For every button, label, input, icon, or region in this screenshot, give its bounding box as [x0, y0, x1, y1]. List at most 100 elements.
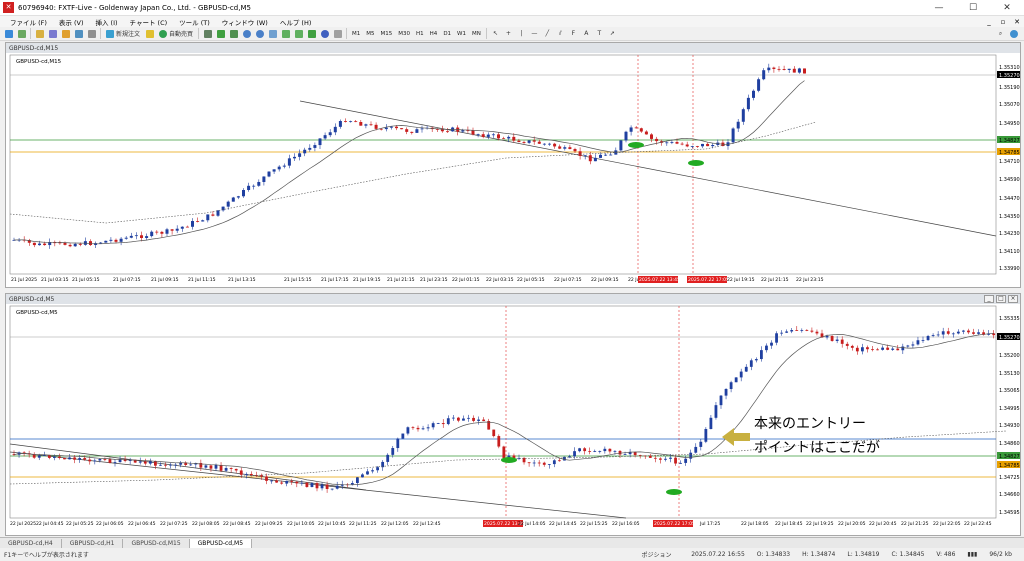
data-window-button[interactable] — [47, 28, 58, 39]
price-chart-m5[interactable]: GBPUSD-cd,M5 1.35335 1.35270 1.35200 1.35130… — [6, 304, 1020, 535]
status-bar: F1キーでヘルプが表示されます ポジション 2025.07.22 16:55 O… — [0, 548, 1024, 561]
candle-body — [165, 229, 169, 234]
chart-window-m5[interactable]: GBPUSD-cd,M5 _ □ × GBPUSD-cd,M5 1.35335 1.… — [5, 293, 1021, 536]
candle-body — [491, 134, 495, 136]
candle-body — [234, 468, 238, 471]
auto-trading-button[interactable]: 自動売買 — [157, 28, 195, 39]
periods-button[interactable] — [319, 28, 330, 39]
menu-chart[interactable]: チャート (C) — [124, 17, 174, 27]
indicators-icon — [307, 29, 316, 38]
maximize-button[interactable]: ☐ — [956, 0, 990, 16]
chart-minimize-button[interactable]: _ — [984, 295, 994, 303]
candle-body — [956, 331, 960, 334]
minimize-button[interactable]: — — [922, 0, 956, 16]
candle-body — [37, 455, 41, 458]
arrows-button[interactable]: ➚ — [607, 28, 618, 39]
candlestick-button[interactable] — [215, 28, 226, 39]
candle-body — [344, 121, 347, 122]
price-chart-m15[interactable]: GBPUSD-cd,M15 1.35310 1.35270 1.35190 1.3507… — [6, 53, 1020, 287]
tab-gbpusd-m15[interactable]: GBPUSD-cd,M15 — [123, 539, 190, 548]
timeframe-m30[interactable]: M30 — [396, 28, 412, 39]
candle-body — [685, 144, 689, 147]
candle-body — [48, 242, 52, 246]
search-button[interactable]: ⌕ — [995, 28, 1006, 39]
menu-view[interactable]: 表示 (V) — [53, 17, 90, 27]
text-button[interactable]: A — [581, 28, 592, 39]
close-button[interactable]: ✕ — [990, 0, 1024, 16]
community-button[interactable] — [1008, 28, 1019, 39]
timeframe-d1[interactable]: D1 — [441, 28, 453, 39]
timeframe-h4[interactable]: H4 — [428, 28, 440, 39]
tab-gbpusd-h1[interactable]: GBPUSD-cd,H1 — [62, 539, 124, 548]
metaeditor-button[interactable] — [144, 28, 155, 39]
strategy-tester-button[interactable] — [86, 28, 97, 39]
tab-gbpusd-h4[interactable]: GBPUSD-cd,H4 — [0, 539, 62, 548]
timeframe-m1[interactable]: M1 — [350, 28, 362, 39]
timeframe-w1[interactable]: W1 — [455, 28, 468, 39]
candle-body — [711, 144, 715, 147]
cursor-button[interactable]: ↖ — [490, 28, 501, 39]
fibonacci-button[interactable]: F — [568, 28, 579, 39]
candle-body — [226, 201, 230, 207]
candle-body — [568, 456, 571, 458]
label-button[interactable]: T — [594, 28, 605, 39]
menu-help[interactable]: ヘルプ (H) — [274, 17, 318, 27]
candle-body — [239, 470, 243, 475]
candle-body — [593, 157, 597, 162]
indicators-button[interactable] — [306, 28, 317, 39]
candle-body — [196, 221, 200, 222]
time-axis-label: 22 Jul 07:15 — [554, 277, 582, 283]
time-axis-label: 21 Jul 19:15 — [353, 277, 381, 283]
candle-body — [881, 347, 884, 350]
candle-body — [354, 121, 358, 123]
new-order-button[interactable]: 新規注文 — [104, 28, 142, 39]
zoom-in-button[interactable] — [241, 28, 252, 39]
candle-body — [719, 395, 723, 406]
candle-body — [583, 155, 587, 157]
trendline-button[interactable]: ╱ — [542, 28, 553, 39]
chart-window-m15[interactable]: GBPUSD-cd,M15 GBPUSD-cd,M15 1.35310 1.3527… — [5, 42, 1021, 288]
chart-close-button[interactable]: × — [1008, 295, 1018, 303]
candle-body — [598, 451, 602, 452]
channel-button[interactable]: ⫽ — [555, 28, 566, 39]
navigator-button[interactable] — [60, 28, 71, 39]
candle-body — [527, 462, 531, 464]
candle-body — [548, 143, 551, 145]
candle-body — [189, 464, 193, 466]
auto-scroll-button[interactable] — [280, 28, 291, 39]
menu-window[interactable]: ウィンドウ (W) — [216, 17, 274, 27]
profiles-button[interactable] — [16, 28, 27, 39]
menu-file[interactable]: ファイル (F) — [4, 17, 53, 27]
timeframe-m5[interactable]: M5 — [364, 28, 376, 39]
bar-chart-button[interactable] — [202, 28, 213, 39]
market-watch-button[interactable] — [34, 28, 45, 39]
candle-body — [169, 464, 172, 466]
new-chart-button[interactable] — [3, 28, 14, 39]
chart-shift-button[interactable] — [293, 28, 304, 39]
horizontal-line-button[interactable]: — — [529, 28, 540, 39]
menu-tools[interactable]: ツール (T) — [173, 17, 216, 27]
child-minimize-button[interactable]: _ — [982, 18, 996, 26]
price-axis-label: 1.35130 — [999, 371, 1020, 377]
candle-body — [451, 417, 455, 419]
templates-button[interactable] — [332, 28, 343, 39]
tile-windows-button[interactable] — [267, 28, 278, 39]
zoom-out-button[interactable] — [254, 28, 265, 39]
child-close-button[interactable]: ✕ — [1010, 18, 1024, 26]
price-axis-label: 1.35310 — [999, 65, 1020, 71]
candle-body — [315, 483, 319, 489]
timeframe-h1[interactable]: H1 — [414, 28, 426, 39]
menu-insert[interactable]: 挿入 (I) — [89, 17, 123, 27]
timeframe-mn[interactable]: MN — [470, 28, 483, 39]
child-restore-button[interactable]: ▫ — [996, 18, 1010, 26]
timeframe-m15[interactable]: M15 — [379, 28, 395, 39]
chart-maximize-button[interactable]: □ — [996, 295, 1006, 303]
terminal-button[interactable] — [73, 28, 84, 39]
candle-body — [325, 484, 329, 489]
tab-gbpusd-m5[interactable]: GBPUSD-cd,M5 — [189, 539, 253, 548]
candle-body — [405, 129, 409, 132]
bar-chart-icon — [203, 29, 212, 38]
line-chart-button[interactable] — [228, 28, 239, 39]
vertical-line-button[interactable]: | — [516, 28, 527, 39]
crosshair-button[interactable]: + — [503, 28, 514, 39]
